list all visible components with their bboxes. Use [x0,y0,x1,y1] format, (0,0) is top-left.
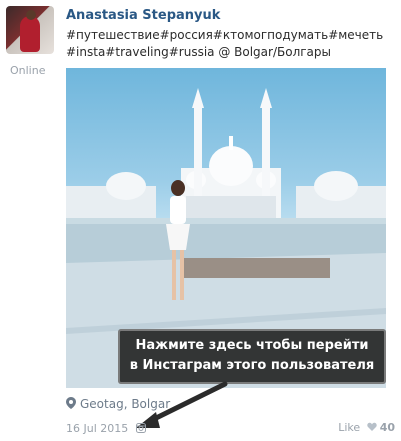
geotag-text: Geotag, Bolgar [80,397,171,411]
author-name[interactable]: Anastasia Stepanyuk [66,8,220,23]
tooltip-line-1: Нажмите здесь чтобы перейти [135,338,369,353]
post-date[interactable]: 16 Jul 2015 [66,422,146,435]
pin-icon [66,397,76,409]
avatar-figure [20,16,40,52]
like-label: Like [338,421,361,434]
avatar[interactable] [6,6,54,54]
like-button[interactable]: Like 40 [338,421,395,434]
instagram-icon[interactable] [135,423,146,433]
like-count: 40 [379,421,395,434]
date-text: 16 Jul 2015 [66,422,129,435]
tooltip-line-2: в Инстаграм этого пользователя [129,358,375,373]
heart-icon [366,422,377,431]
post-caption: #путешествие#россия#ктомогподумать#мечет… [66,28,384,59]
avatar-head [26,10,36,20]
geotag-link[interactable]: Geotag, Bolgar [66,397,170,411]
online-status: Online [10,64,46,77]
instagram-tooltip: Нажмите здесь чтобы перейти в Инстаграм … [118,329,386,384]
